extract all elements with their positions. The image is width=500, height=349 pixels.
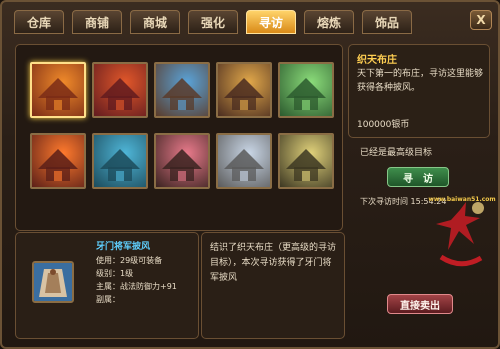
target-art — [156, 135, 208, 187]
cloak-icon[interactable] — [32, 261, 74, 303]
sell-directly-button[interactable]: 直接卖出 — [387, 294, 453, 314]
search-target-slot[interactable] — [154, 62, 210, 118]
target-art — [94, 135, 146, 187]
tab-accessories[interactable]: 饰品 — [362, 10, 412, 34]
item-stats: 使用：29级可装备 级别：1级 主属：战法防御力+91 副属： — [96, 254, 177, 306]
search-target-slot[interactable] — [30, 62, 86, 118]
search-button[interactable]: 寻 访 — [387, 167, 449, 187]
target-art — [156, 64, 208, 116]
result-message-panel: 结识了织天布庄（更高级的寻访目标），本次寻访获得了牙门将军披风 — [201, 232, 345, 339]
cloak-art — [34, 263, 72, 301]
target-art-icon — [224, 149, 264, 181]
target-art-icon — [38, 78, 78, 110]
result-message: 结识了织天布庄（更高级的寻访目标），本次寻访获得了牙门将军披风 — [210, 243, 337, 283]
tab-bar: 仓库 商铺 商城 强化 寻访 熔炼 饰品 — [14, 6, 412, 36]
target-art-icon — [38, 149, 78, 181]
target-art-icon — [162, 78, 202, 110]
target-art-icon — [100, 149, 140, 181]
target-detail-panel: 织天布庄 天下第一的布庄，寻访这里能够获得各种披风。 100000银币 — [348, 44, 490, 138]
target-art — [94, 64, 146, 116]
search-target-slot[interactable] — [92, 133, 148, 189]
target-art — [218, 64, 270, 116]
item-stat-sub: 副属： — [96, 295, 120, 304]
target-description: 天下第一的布庄，寻访这里能够获得各种披风。 — [357, 69, 484, 93]
search-target-gallery — [15, 44, 343, 231]
search-target-slot[interactable] — [216, 133, 272, 189]
tab-enhance[interactable]: 强化 — [188, 10, 238, 34]
tab-mall[interactable]: 商城 — [130, 10, 180, 34]
search-target-slot[interactable] — [154, 133, 210, 189]
target-art-icon — [100, 78, 140, 110]
item-stat-usage: 使用：29级可装备 — [96, 256, 163, 265]
target-art-icon — [224, 78, 264, 110]
target-art — [280, 135, 332, 187]
target-art — [280, 64, 332, 116]
target-art-icon — [162, 149, 202, 181]
search-target-slot[interactable] — [92, 62, 148, 118]
tab-shop[interactable]: 商铺 — [72, 10, 122, 34]
site-watermark: www.baiwan51.com — [426, 192, 496, 282]
item-info-panel: 牙门将军披风 使用：29级可装备 级别：1级 主属：战法防御力+91 副属： — [15, 232, 199, 339]
item-stat-main: 主属：战法防御力+91 — [96, 282, 177, 291]
search-target-slot[interactable] — [30, 133, 86, 189]
item-name: 牙门将军披风 — [96, 242, 151, 252]
close-button[interactable]: X — [470, 10, 492, 30]
watermark-url: www.baiwan51.com — [428, 196, 496, 203]
watermark-logo-icon — [436, 202, 484, 267]
target-art — [218, 135, 270, 187]
target-art — [32, 135, 84, 187]
tab-search[interactable]: 寻访 — [246, 10, 296, 34]
item-stat-level: 级别：1级 — [96, 269, 134, 278]
tab-warehouse[interactable]: 仓库 — [14, 10, 64, 34]
max-level-status: 已经是最高级目标 — [360, 148, 433, 158]
search-window: 仓库 商铺 商城 强化 寻访 熔炼 饰品 X 织天布庄 天下第一的布庄，寻访这里… — [0, 0, 500, 349]
search-target-slot[interactable] — [216, 62, 272, 118]
target-title: 织天布庄 — [357, 55, 397, 66]
target-art-icon — [286, 78, 326, 110]
tab-smelt[interactable]: 熔炼 — [304, 10, 354, 34]
close-icon: X — [476, 13, 486, 27]
target-art — [32, 64, 84, 116]
search-target-slot[interactable] — [278, 62, 334, 118]
target-art-icon — [286, 149, 326, 181]
search-cost: 100000银币 — [357, 120, 410, 130]
search-target-slot[interactable] — [278, 133, 334, 189]
